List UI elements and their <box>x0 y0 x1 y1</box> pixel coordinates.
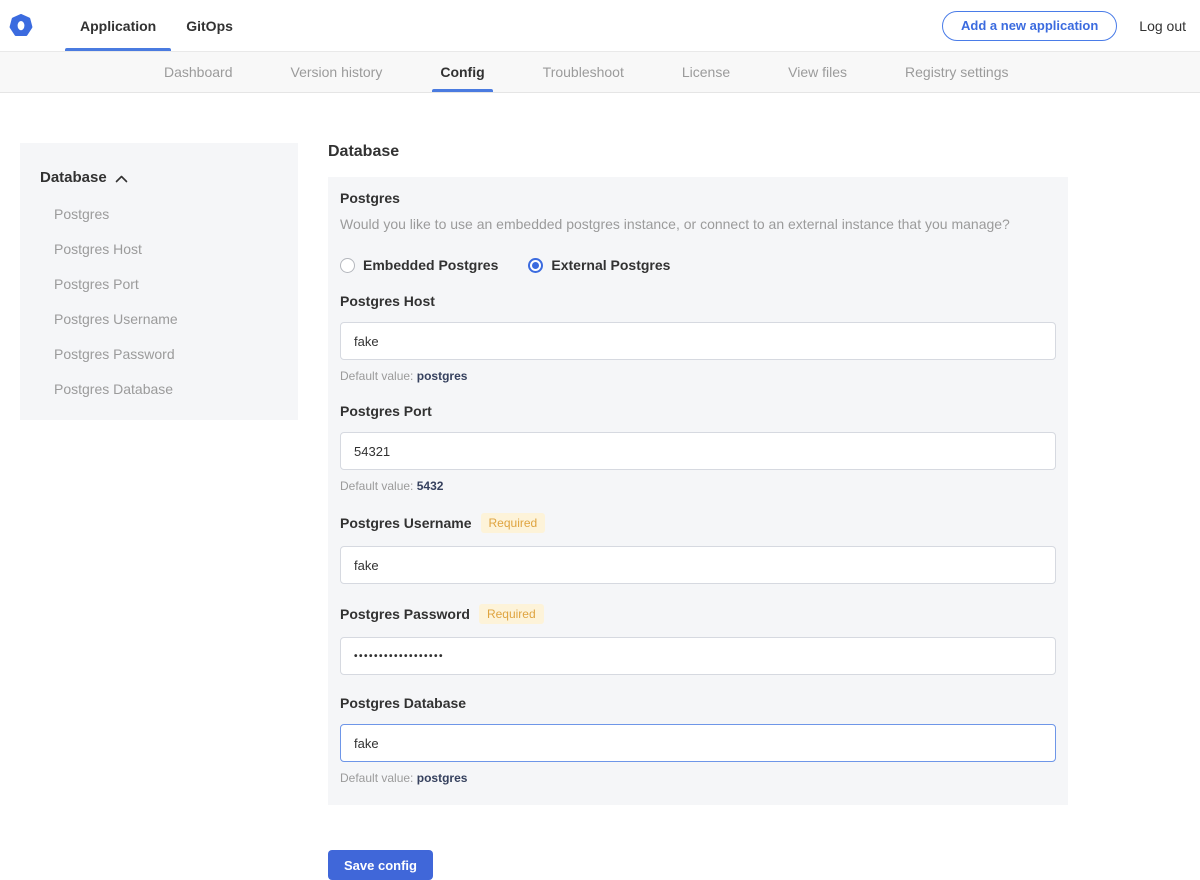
save-row: Save config <box>328 850 1068 880</box>
app-subnav: Dashboard Version history Config Trouble… <box>0 52 1200 93</box>
tab-gitops-label: GitOps <box>186 18 233 34</box>
page-title: Database <box>328 143 1068 161</box>
subnav-item-registry-settings[interactable]: Registry settings <box>889 52 1024 92</box>
tab-gitops[interactable]: GitOps <box>171 0 248 51</box>
replicated-logo-icon <box>9 14 33 38</box>
save-config-button[interactable]: Save config <box>328 850 433 880</box>
field-label-postgres-database: Postgres Database <box>340 695 466 711</box>
tab-application[interactable]: Application <box>65 0 171 51</box>
required-badge: Required <box>479 604 544 624</box>
subnav-troubleshoot-label: Troubleshoot <box>543 64 624 80</box>
field-postgres-port: Postgres Port Default value: 5432 <box>340 403 1056 493</box>
field-postgres-username: Postgres Username Required <box>340 513 1056 584</box>
default-prefix: Default value: <box>340 479 413 493</box>
header-tabs: Application GitOps <box>65 0 248 51</box>
subnav-item-license[interactable]: License <box>666 52 746 92</box>
required-badge: Required <box>481 513 546 533</box>
subnav-item-troubleshoot[interactable]: Troubleshoot <box>527 52 640 92</box>
subnav-license-label: License <box>682 64 730 80</box>
postgres-port-input[interactable] <box>340 432 1056 470</box>
subnav-item-dashboard[interactable]: Dashboard <box>148 52 249 92</box>
default-prefix: Default value: <box>340 369 413 383</box>
field-label-postgres-port: Postgres Port <box>340 403 432 419</box>
logout-link[interactable]: Log out <box>1139 18 1186 34</box>
content-area: Database Postgres Postgres Host Postgres… <box>0 93 1200 880</box>
postgres-host-default-hint: Default value: postgres <box>340 369 1056 383</box>
subnav-config-label: Config <box>440 64 484 80</box>
default-value: 5432 <box>417 479 444 493</box>
field-label-postgres-password: Postgres Password <box>340 606 470 622</box>
tab-application-label: Application <box>80 18 156 34</box>
subnav-registry-settings-label: Registry settings <box>905 64 1008 80</box>
field-label-postgres-host: Postgres Host <box>340 293 435 309</box>
subnav-item-version-history[interactable]: Version history <box>275 52 399 92</box>
postgres-username-input[interactable] <box>340 546 1056 584</box>
postgres-database-default-hint: Default value: postgres <box>340 771 1056 785</box>
config-sidebar: Database Postgres Postgres Host Postgres… <box>20 143 298 420</box>
postgres-password-input[interactable] <box>340 637 1056 675</box>
postgres-database-input[interactable] <box>340 724 1056 762</box>
subnav-item-view-files[interactable]: View files <box>772 52 863 92</box>
subnav-item-config[interactable]: Config <box>424 52 500 92</box>
group-label-postgres: Postgres <box>340 190 1056 206</box>
database-config-panel: Postgres Would you like to use an embedd… <box>328 177 1068 805</box>
default-value: postgres <box>417 369 468 383</box>
subnav-version-history-label: Version history <box>291 64 383 80</box>
sidebar-item-postgres-host[interactable]: Postgres Host <box>40 242 278 256</box>
field-label-postgres-username: Postgres Username <box>340 515 472 531</box>
radio-external-postgres[interactable]: External Postgres <box>528 257 670 273</box>
field-postgres-password: Postgres Password Required <box>340 604 1056 675</box>
postgres-port-default-hint: Default value: 5432 <box>340 479 1056 493</box>
sidebar-item-list: Postgres Postgres Host Postgres Port Pos… <box>40 207 278 396</box>
sidebar-group-label: Database <box>40 169 107 186</box>
sidebar-item-postgres-port[interactable]: Postgres Port <box>40 277 278 291</box>
radio-unchecked-icon[interactable] <box>340 258 355 273</box>
postgres-host-input[interactable] <box>340 322 1056 360</box>
group-help-text: Would you like to use an embedded postgr… <box>340 215 1056 233</box>
add-application-button[interactable]: Add a new application <box>942 11 1117 41</box>
app-header: Application GitOps Add a new application… <box>0 0 1200 52</box>
subnav-dashboard-label: Dashboard <box>164 64 233 80</box>
field-postgres-database: Postgres Database Default value: postgre… <box>340 695 1056 785</box>
field-postgres-host: Postgres Host Default value: postgres <box>340 293 1056 383</box>
sidebar-item-postgres[interactable]: Postgres <box>40 207 278 221</box>
sidebar-item-postgres-database[interactable]: Postgres Database <box>40 382 278 396</box>
sidebar-group-database[interactable]: Database <box>40 169 278 186</box>
sidebar-item-postgres-username[interactable]: Postgres Username <box>40 312 278 326</box>
default-prefix: Default value: <box>340 771 413 785</box>
sidebar-item-postgres-password[interactable]: Postgres Password <box>40 347 278 361</box>
radio-external-label: External Postgres <box>551 257 670 273</box>
radio-checked-icon[interactable] <box>528 258 543 273</box>
default-value: postgres <box>417 771 468 785</box>
radio-embedded-label: Embedded Postgres <box>363 257 498 273</box>
config-main: Database Postgres Would you like to use … <box>328 143 1068 880</box>
radio-embedded-postgres[interactable]: Embedded Postgres <box>340 257 498 273</box>
chevron-up-icon <box>115 175 128 183</box>
subnav-view-files-label: View files <box>788 64 847 80</box>
header-right: Add a new application Log out <box>942 11 1200 41</box>
postgres-type-radio-group: Embedded Postgres External Postgres <box>340 257 1056 273</box>
